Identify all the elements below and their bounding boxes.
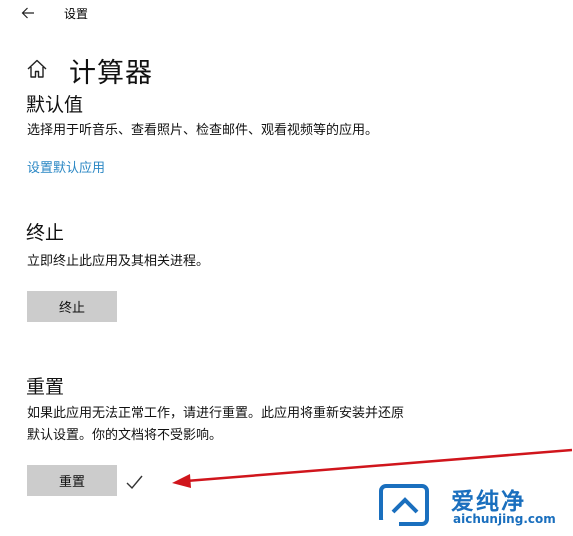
terminate-button[interactable]: 终止 [27,291,117,322]
watermark-url-text: aichunjing.com [453,512,556,526]
home-icon[interactable] [25,57,49,81]
window-title: 设置 [64,7,89,21]
defaults-description: 选择用于听音乐、查看照片、检查邮件、观看视频等的应用。 [27,123,379,138]
page-title: 计算器 [69,58,153,89]
reset-heading: 重置 [26,376,65,398]
defaults-heading: 默认值 [26,94,84,116]
reset-description-line2: 默认设置。你的文档将不受影响。 [27,428,223,443]
reset-button[interactable]: 重置 [27,465,117,496]
reset-description-line1: 如果此应用无法正常工作，请进行重置。此应用将重新安装并还原 [27,406,405,421]
back-button[interactable] [14,0,42,26]
terminate-description: 立即终止此应用及其相关进程。 [27,254,210,269]
back-arrow-icon [21,7,34,19]
set-default-apps-link[interactable]: 设置默认应用 [27,157,105,176]
checkmark-icon [126,475,143,490]
watermark-logo-icon [377,484,429,528]
watermark-chinese-text: 爱纯净 [451,489,526,515]
terminate-heading: 终止 [26,222,65,244]
